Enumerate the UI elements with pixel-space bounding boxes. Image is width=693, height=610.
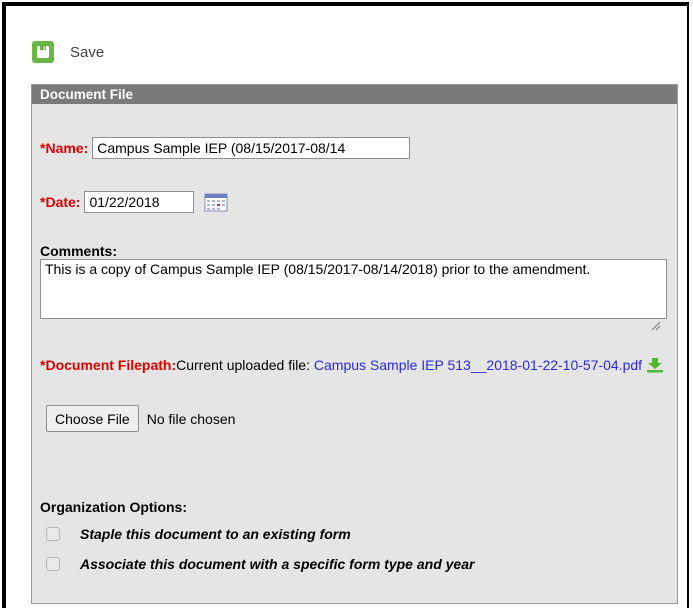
name-input[interactable] — [92, 137, 411, 159]
comments-label: Comments: — [40, 243, 118, 259]
file-status: No file chosen — [146, 410, 236, 427]
date-row: *Date: — [40, 191, 228, 213]
uploaded-file-link[interactable]: Campus Sample IEP 513__2018-01-22-10-57-… — [314, 357, 642, 373]
comments-textarea[interactable]: This is a copy of Campus Sample IEP (08/… — [40, 259, 667, 319]
choose-file-button[interactable]: Choose File — [46, 405, 139, 432]
current-file-text: Current uploaded file: — [176, 357, 314, 373]
staple-checkbox[interactable] — [46, 527, 60, 541]
filepath-label: *Document Filepath: — [40, 357, 177, 373]
textarea-resize-grip-icon[interactable] — [651, 318, 689, 607]
window-frame: Save Document File *Name: *Date: — [2, 2, 689, 608]
organization-options-label: Organization Options: — [40, 499, 187, 515]
staple-option[interactable]: Staple this document to an existing form — [46, 526, 351, 542]
document-filepath-row: *Document Filepath:Current uploaded file… — [40, 355, 670, 378]
file-chooser: Choose File No file chosen — [46, 405, 235, 432]
save-button[interactable]: Save — [28, 36, 104, 68]
name-label: *Name: — [40, 140, 89, 156]
calendar-icon[interactable] — [204, 192, 228, 212]
date-label: *Date: — [40, 194, 81, 210]
associate-option[interactable]: Associate this document with a specific … — [46, 556, 474, 572]
save-icon — [32, 41, 54, 63]
staple-option-label: Staple this document to an existing form — [80, 526, 351, 542]
date-input[interactable] — [84, 191, 195, 213]
document-file-panel: Document File *Name: *Date: — [31, 84, 678, 604]
save-label: Save — [70, 43, 105, 61]
panel-title: Document File — [32, 85, 677, 104]
name-row: *Name: — [40, 137, 411, 159]
associate-option-label: Associate this document with a specific … — [80, 556, 475, 572]
associate-checkbox[interactable] — [46, 557, 60, 571]
